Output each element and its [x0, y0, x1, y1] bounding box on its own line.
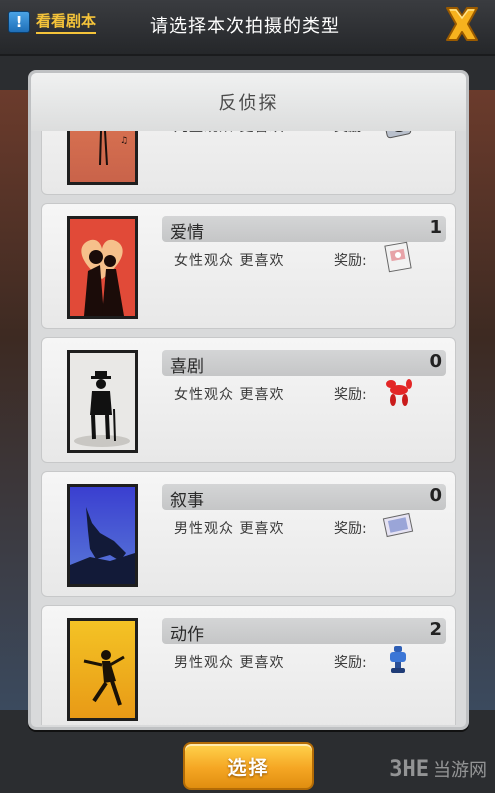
view-script-button[interactable]: ! 看看剧本	[8, 7, 120, 37]
balloon-dog-icon	[381, 374, 415, 408]
genre-name-bar: 喜剧 0	[162, 350, 446, 377]
genre-card[interactable]: ♪♫歌舞0儿童观众 更喜欢奖励:	[41, 131, 456, 195]
genre-card[interactable]: 喜剧 0 女性观众 更喜欢 奖励:	[41, 337, 456, 463]
blue-trophy-icon	[381, 642, 415, 676]
watermark-text: 当游网	[433, 760, 487, 781]
genre-name: 喜剧	[170, 357, 204, 377]
genre-name: 动作	[170, 625, 204, 645]
watermark-logo: 3HE	[389, 756, 429, 782]
audience-preference: 女性观众 更喜欢	[174, 253, 285, 269]
genre-card[interactable]: 爱情 1 女性观众 更喜欢 奖励:	[41, 203, 456, 329]
genre-poster	[67, 618, 138, 721]
genre-name-bar: 叙事 0	[162, 484, 446, 511]
genre-count: 1	[429, 217, 442, 238]
background-scene-left	[0, 90, 30, 710]
close-x-icon	[446, 7, 478, 41]
genre-poster	[67, 484, 138, 587]
audience-preference: 女性观众 更喜欢	[174, 387, 285, 403]
script-alert-icon: !	[8, 11, 30, 33]
background-scene-right	[465, 90, 495, 710]
genre-poster: ♪♫	[67, 131, 138, 185]
page-title: 请选择本次拍摄的类型	[150, 16, 340, 37]
genre-count: 2	[429, 619, 442, 640]
top-bar: ! 看看剧本 请选择本次拍摄的类型	[0, 0, 495, 56]
select-button[interactable]: 选择	[183, 742, 314, 790]
panel-title: 反侦探	[218, 93, 279, 114]
photo-frame-icon	[381, 508, 415, 542]
view-script-label: 看看剧本	[36, 10, 97, 34]
genre-name: 爱情	[170, 223, 204, 243]
reward-label: 奖励:	[334, 387, 367, 403]
genre-selection-panel: 反侦探 ♪♫歌舞0儿童观众 更喜欢奖励:爱情1女性观众 更喜欢奖励:喜剧0女性观…	[28, 70, 469, 730]
reward-label: 奖励:	[334, 131, 367, 136]
reward-label: 奖励:	[334, 521, 367, 537]
close-button[interactable]	[439, 2, 485, 46]
audience-preference: 男性观众 更喜欢	[174, 655, 285, 671]
reward-label: 奖励:	[334, 253, 367, 269]
genre-name: 叙事	[170, 491, 204, 511]
audience-preference: 男性观众 更喜欢	[174, 521, 285, 537]
genre-card[interactable]: 动作 2 男性观众 更喜欢 奖励:	[41, 605, 456, 725]
audience-preference: 儿童观众 更喜欢	[174, 131, 284, 136]
watermark: 3HE 当游网	[389, 756, 487, 782]
reward-label: 奖励:	[334, 655, 367, 671]
genre-poster	[67, 216, 138, 319]
music-disc-icon	[381, 131, 415, 140]
genre-list[interactable]: ♪♫歌舞0儿童观众 更喜欢奖励:爱情1女性观众 更喜欢奖励:喜剧0女性观众 更喜…	[41, 131, 456, 725]
genre-card[interactable]: 叙事 0 男性观众 更喜欢 奖励:	[41, 471, 456, 597]
panel-header: 反侦探	[31, 73, 466, 131]
genre-name-bar: 爱情 1	[162, 216, 446, 243]
love-letter-icon	[381, 240, 415, 274]
genre-name-bar: 动作 2	[162, 618, 446, 645]
genre-count: 0	[429, 351, 442, 372]
genre-poster	[67, 350, 138, 453]
svg-text:♫: ♫	[120, 136, 128, 146]
genre-count: 0	[429, 485, 442, 506]
